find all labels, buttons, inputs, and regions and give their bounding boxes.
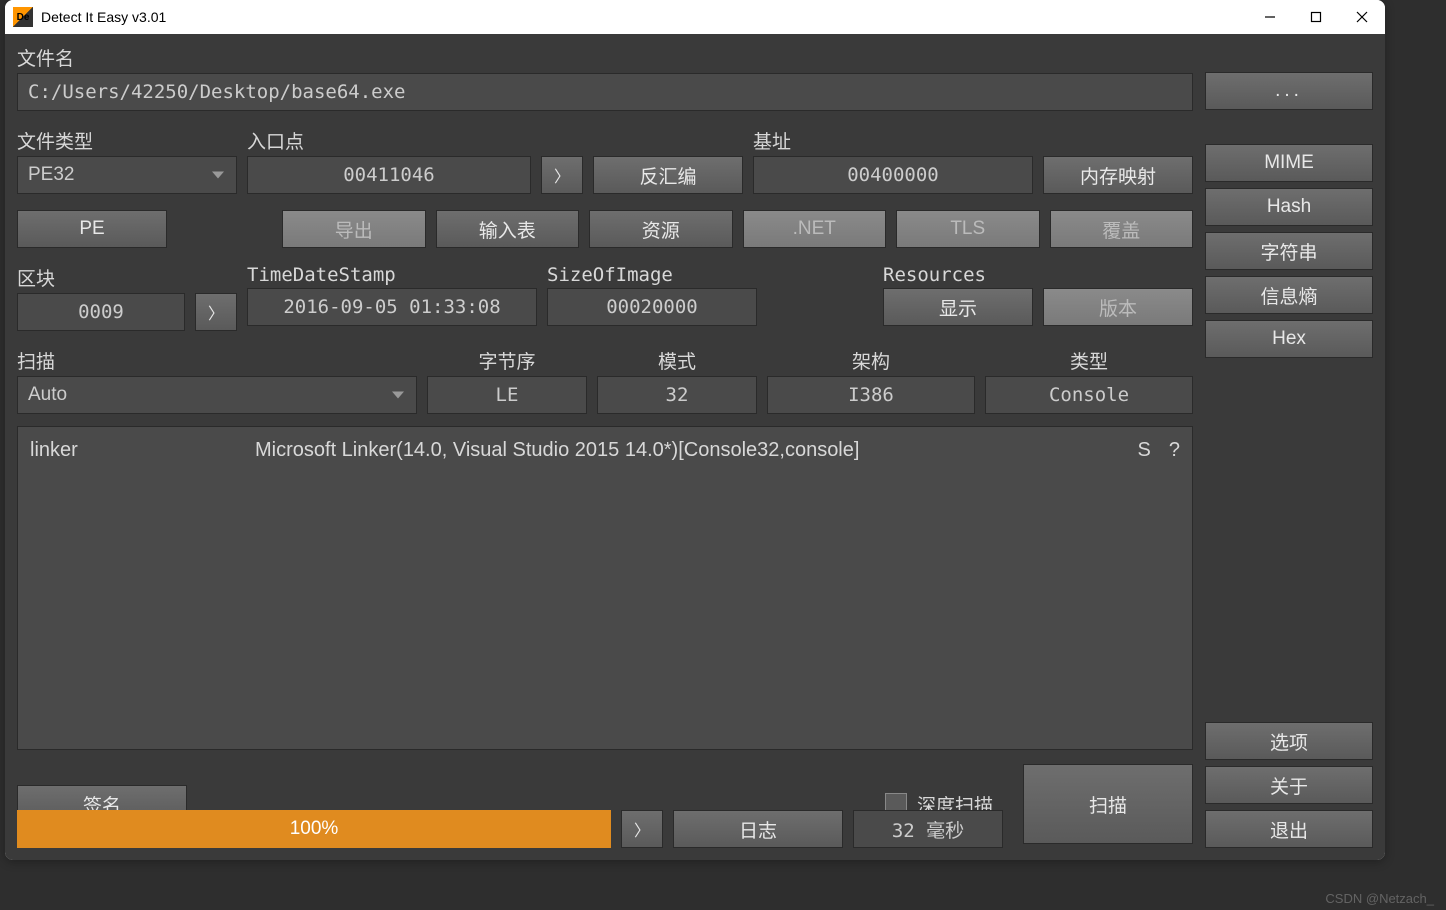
filepath-field[interactable]: C:/Users/42250/Desktop/base64.exe	[17, 73, 1193, 111]
app-window: Detect It Easy v3.01 文件名 C:/Users/42250/…	[5, 0, 1385, 860]
main-panel: 文件名 C:/Users/42250/Desktop/base64.exe 文件…	[17, 44, 1193, 848]
entrypoint-go-button[interactable]: 〉	[541, 156, 583, 194]
strings-button[interactable]: 字符串	[1205, 232, 1373, 270]
sizeofimage-col: SizeOfImage 00020000	[547, 264, 757, 331]
pe-button[interactable]: PE	[17, 210, 167, 248]
filename-label: 文件名	[17, 44, 1193, 71]
exit-button[interactable]: 退出	[1205, 810, 1373, 848]
resource-button[interactable]: 资源	[589, 210, 733, 248]
maximize-button[interactable]	[1293, 0, 1339, 34]
entrypoint-label: 入口点	[247, 127, 743, 154]
sections-field[interactable]: 0009	[17, 293, 185, 331]
filename-section: 文件名 C:/Users/42250/Desktop/base64.exe	[17, 44, 1193, 111]
arch-label: 架构	[767, 347, 975, 374]
elapsed-field: 32 毫秒	[853, 810, 1003, 848]
side-panel: ... MIME Hash 字符串 信息熵 Hex 选项 关于 退出	[1205, 44, 1373, 848]
timedatestamp-label: TimeDateStamp	[247, 264, 537, 286]
about-button[interactable]: 关于	[1205, 766, 1373, 804]
filetype-label: 文件类型	[17, 127, 237, 154]
log-button[interactable]: 日志	[673, 810, 843, 848]
type-field[interactable]: Console	[985, 376, 1193, 414]
entrypoint-col: 入口点 00411046 〉 反汇编	[247, 127, 743, 194]
mode-col: 模式 32	[597, 347, 757, 414]
result-actions: S ?	[1138, 439, 1180, 462]
timedatestamp-col: TimeDateStamp 2016-09-05 01:33:08	[247, 264, 537, 331]
hex-button[interactable]: Hex	[1205, 320, 1373, 358]
app-icon	[13, 7, 33, 27]
version-button[interactable]: 版本	[1043, 288, 1193, 326]
mime-button[interactable]: MIME	[1205, 144, 1373, 182]
entropy-button[interactable]: 信息熵	[1205, 276, 1373, 314]
scan-select[interactable]: Auto	[17, 376, 417, 414]
mode-field[interactable]: 32	[597, 376, 757, 414]
window-title: Detect It Easy v3.01	[41, 9, 1247, 25]
result-name: Microsoft Linker(14.0, Visual Studio 201…	[255, 439, 1138, 462]
row-filetype: 文件类型 PE32 入口点 00411046 〉 反汇编 基址 00400000	[17, 127, 1193, 194]
tls-button[interactable]: TLS	[896, 210, 1040, 248]
import-button[interactable]: 输入表	[436, 210, 580, 248]
baseaddr-label: 基址	[753, 127, 1193, 154]
arch-col: 架构 I386	[767, 347, 975, 414]
resources-col: Resources 显示 版本	[883, 264, 1193, 331]
disasm-button[interactable]: 反汇编	[593, 156, 743, 194]
filetype-col: 文件类型 PE32	[17, 127, 237, 194]
endian-col: 字节序 LE	[427, 347, 587, 414]
entrypoint-field[interactable]: 00411046	[247, 156, 531, 194]
endian-field[interactable]: LE	[427, 376, 587, 414]
row-pe-buttons: PE 导出 输入表 资源 .NET TLS 覆盖	[17, 210, 1193, 248]
result-row[interactable]: linker Microsoft Linker(14.0, Visual Stu…	[30, 435, 1180, 465]
row-bottom2: 100% 〉 日志 32 毫秒	[17, 810, 1193, 848]
sections-go-button[interactable]: 〉	[195, 293, 237, 331]
memmap-button[interactable]: 内存映射	[1043, 156, 1193, 194]
mode-label: 模式	[597, 347, 757, 374]
window-controls	[1247, 0, 1385, 34]
show-button[interactable]: 显示	[883, 288, 1033, 326]
dotnet-button[interactable]: .NET	[743, 210, 887, 248]
sizeofimage-label: SizeOfImage	[547, 264, 757, 286]
filetype-select[interactable]: PE32	[17, 156, 237, 194]
baseaddr-col: 基址 00400000 内存映射	[753, 127, 1193, 194]
result-q[interactable]: ?	[1169, 439, 1180, 462]
filetype-value: PE32	[28, 164, 74, 186]
timedatestamp-field[interactable]: 2016-09-05 01:33:08	[247, 288, 537, 326]
arch-field[interactable]: I386	[767, 376, 975, 414]
progress-bar: 100%	[17, 810, 611, 848]
progress-go-button[interactable]: 〉	[621, 810, 663, 848]
row-scan: 扫描 Auto 字节序 LE 模式 32 架构 I386 类型 Consol	[17, 347, 1193, 414]
row-sections: 区块 0009 〉 TimeDateStamp 2016-09-05 01:33…	[17, 264, 1193, 331]
result-s[interactable]: S	[1138, 439, 1151, 462]
resources-label: Resources	[883, 264, 1193, 286]
options-button[interactable]: 选项	[1205, 722, 1373, 760]
browse-button[interactable]: ...	[1205, 72, 1373, 110]
export-button[interactable]: 导出	[282, 210, 426, 248]
titlebar: Detect It Easy v3.01	[5, 0, 1385, 34]
content-area: 文件名 C:/Users/42250/Desktop/base64.exe 文件…	[5, 34, 1385, 860]
close-button[interactable]	[1339, 0, 1385, 34]
overlay-button[interactable]: 覆盖	[1050, 210, 1194, 248]
scan-col: 扫描 Auto	[17, 347, 417, 414]
scan-value: Auto	[28, 384, 67, 406]
baseaddr-field[interactable]: 00400000	[753, 156, 1033, 194]
sizeofimage-field[interactable]: 00020000	[547, 288, 757, 326]
minimize-button[interactable]	[1247, 0, 1293, 34]
progress-text: 100%	[290, 818, 339, 840]
results-list[interactable]: linker Microsoft Linker(14.0, Visual Stu…	[17, 426, 1193, 750]
type-col: 类型 Console	[985, 347, 1193, 414]
sections-label: 区块	[17, 264, 237, 291]
watermark: CSDN @Netzach_	[1325, 891, 1434, 906]
result-type: linker	[30, 439, 255, 462]
sections-col: 区块 0009 〉	[17, 264, 237, 331]
scan-label: 扫描	[17, 347, 417, 374]
hash-button[interactable]: Hash	[1205, 188, 1373, 226]
endian-label: 字节序	[427, 347, 587, 374]
type-label: 类型	[985, 347, 1193, 374]
